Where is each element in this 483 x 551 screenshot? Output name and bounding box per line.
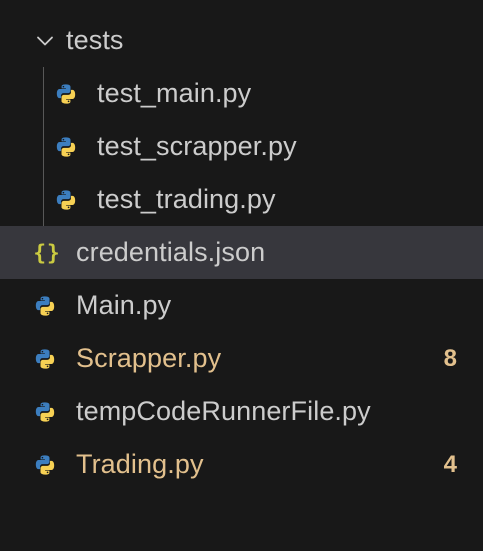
json-icon: {} — [33, 240, 61, 265]
file-label: test_scrapper.py — [97, 131, 297, 161]
file-test-scrapper[interactable]: test_scrapper.py — [0, 120, 483, 173]
file-test-trading[interactable]: test_trading.py — [0, 173, 483, 226]
file-label: Scrapper.py — [76, 343, 222, 373]
file-trading-py[interactable]: Trading.py 4 — [0, 438, 483, 491]
folder-label: tests — [66, 25, 124, 55]
python-icon — [34, 295, 56, 317]
problem-count-badge: 8 — [443, 344, 457, 372]
file-label: tempCodeRunnerFile.py — [76, 396, 371, 426]
file-tempcoderunner-py[interactable]: tempCodeRunnerFile.py — [0, 385, 483, 438]
file-scrapper-py[interactable]: Scrapper.py 8 — [0, 332, 483, 385]
python-icon — [55, 83, 77, 105]
file-test-main[interactable]: test_main.py — [0, 67, 483, 120]
file-explorer: tests test_main.py test_scrapper.py test… — [0, 0, 483, 551]
folder-tests[interactable]: tests — [0, 14, 483, 67]
file-label: credentials.json — [76, 237, 266, 267]
python-icon — [34, 454, 56, 476]
file-credentials-json[interactable]: {} credentials.json — [0, 226, 483, 279]
file-main-py[interactable]: Main.py — [0, 279, 483, 332]
file-label: Trading.py — [76, 449, 204, 479]
folder-tests-children: test_main.py test_scrapper.py test_tradi… — [0, 67, 483, 226]
python-icon — [55, 136, 77, 158]
python-icon — [34, 348, 56, 370]
file-label: test_main.py — [97, 78, 252, 108]
chevron-down-icon[interactable] — [34, 30, 56, 52]
problem-count-badge: 4 — [443, 450, 457, 478]
file-label: test_trading.py — [97, 184, 276, 214]
python-icon — [55, 189, 77, 211]
file-label: Main.py — [76, 290, 172, 320]
python-icon — [34, 401, 56, 423]
